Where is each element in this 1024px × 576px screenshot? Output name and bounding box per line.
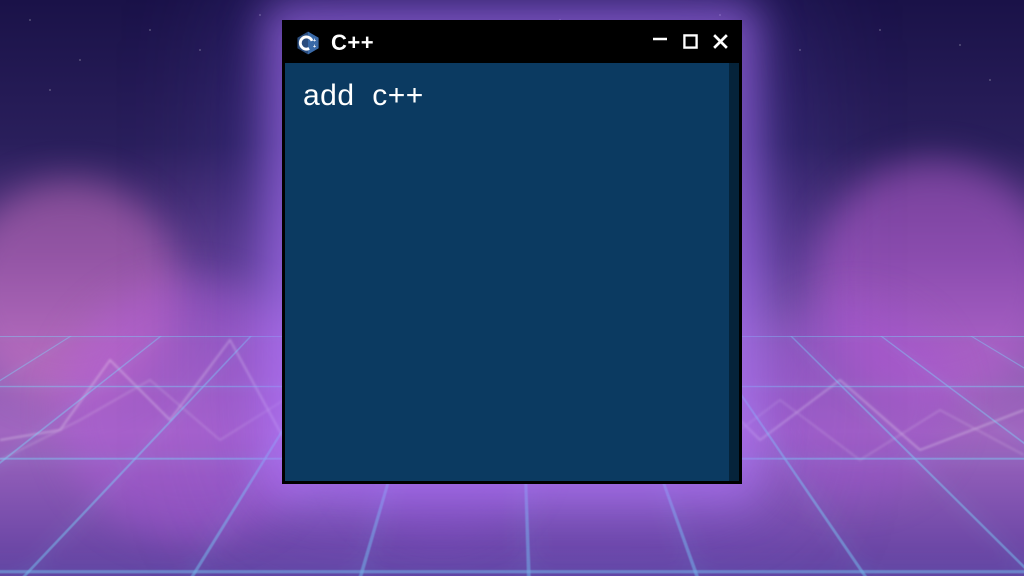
window-controls bbox=[651, 30, 729, 56]
window-title: C++ bbox=[331, 30, 641, 56]
minimize-button[interactable] bbox=[651, 25, 669, 51]
titlebar[interactable]: + + C++ bbox=[285, 23, 739, 63]
window-content[interactable]: add c++ bbox=[285, 63, 739, 481]
scrollbar[interactable] bbox=[729, 63, 739, 481]
app-window: + + C++ add c++ bbox=[282, 20, 742, 484]
scrollbar-thumb[interactable] bbox=[729, 63, 739, 481]
maximize-icon bbox=[683, 34, 698, 49]
close-icon bbox=[712, 33, 729, 50]
minimize-icon bbox=[652, 31, 668, 47]
maximize-button[interactable] bbox=[681, 34, 699, 52]
content-text: add c++ bbox=[303, 79, 721, 113]
close-button[interactable] bbox=[711, 33, 729, 54]
cpp-icon: + + bbox=[295, 30, 321, 56]
